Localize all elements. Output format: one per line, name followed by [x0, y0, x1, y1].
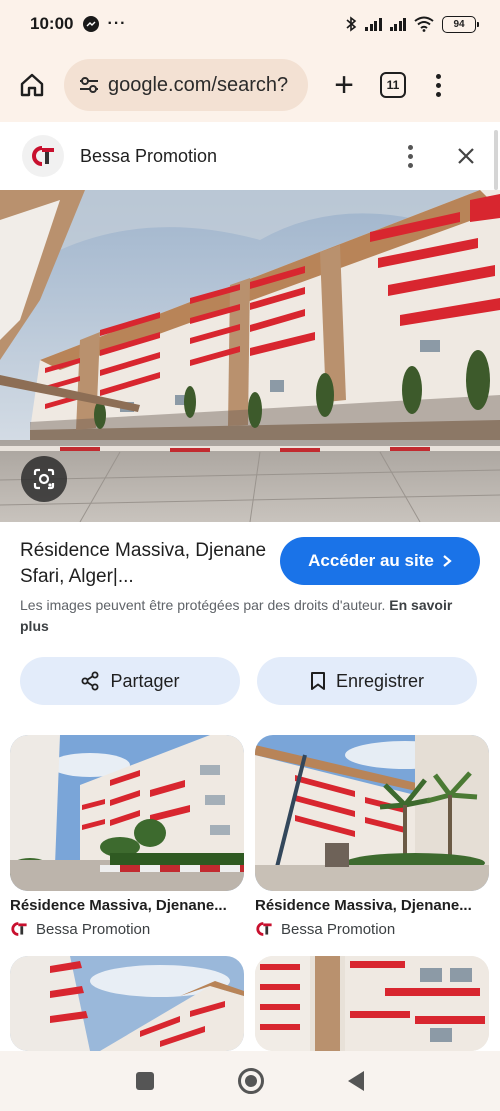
save-label: Enregistrer [335, 670, 425, 691]
signal-icon [365, 17, 382, 31]
more-notifications-icon: ··· [107, 15, 127, 32]
wifi-icon [414, 16, 434, 32]
lens-icon [33, 468, 55, 490]
browser-menu-button[interactable] [428, 73, 448, 97]
status-time: 10:00 [30, 14, 74, 33]
related-title-1[interactable]: Résidence Massiva, Djenane... [10, 897, 246, 914]
related-source-2[interactable]: Bessa Promotion [255, 920, 395, 938]
related-title-2[interactable]: Résidence Massiva, Djenane... [255, 897, 491, 914]
home-nav-button[interactable] [238, 1068, 264, 1094]
bessa-logo-icon [10, 920, 28, 938]
related-source-name: Bessa Promotion [36, 920, 151, 938]
back-button[interactable] [348, 1071, 364, 1091]
chevron-right-icon [443, 555, 452, 567]
url-text: google.com/search? [108, 73, 289, 96]
browser-toolbar: google.com/search? + 11 [0, 48, 500, 122]
source-more-button[interactable] [400, 144, 420, 168]
copyright-text: Les images peuvent être protégées par de… [20, 597, 386, 613]
site-settings-icon[interactable] [78, 75, 100, 95]
bluetooth-icon [346, 16, 357, 32]
result-title[interactable]: Résidence Massiva, Djenane Sfari, Alger|… [20, 538, 270, 590]
source-header: Bessa Promotion [0, 122, 500, 190]
visit-site-label: Accéder au site [308, 551, 434, 570]
signal-icon-2 [389, 17, 406, 31]
building-photo [0, 190, 500, 522]
home-button[interactable] [14, 67, 50, 103]
source-name[interactable]: Bessa Promotion [80, 146, 217, 167]
related-source-name: Bessa Promotion [281, 920, 396, 938]
status-bar: 10:00 ··· 94 [0, 0, 500, 48]
related-photo-2 [255, 735, 489, 891]
related-photo-3 [10, 956, 244, 1051]
close-button[interactable] [454, 144, 478, 168]
address-bar[interactable]: google.com/search? [64, 59, 308, 111]
close-icon [458, 148, 474, 164]
related-image-2[interactable] [255, 735, 489, 891]
status-indicators: 94 [345, 15, 479, 33]
copyright-notice: Les images peuvent être protégées par de… [20, 595, 460, 637]
battery-level: 94 [453, 18, 465, 30]
related-source-1[interactable]: Bessa Promotion [10, 920, 150, 938]
related-image-4[interactable] [255, 956, 489, 1051]
related-image-3[interactable] [10, 956, 244, 1051]
new-tab-button[interactable]: + [326, 67, 362, 103]
related-photo-4 [255, 956, 489, 1051]
tab-switcher-button[interactable]: 11 [380, 72, 406, 98]
bessa-logo-icon [22, 135, 64, 177]
share-icon [81, 671, 99, 691]
tab-count: 11 [386, 78, 400, 92]
google-lens-button[interactable] [21, 456, 67, 502]
save-button[interactable]: Enregistrer [257, 657, 477, 705]
share-button[interactable]: Partager [20, 657, 240, 705]
bookmark-icon [310, 672, 325, 690]
system-nav-bar [0, 1051, 500, 1111]
related-photo-1 [10, 735, 244, 891]
share-label: Partager [110, 670, 180, 691]
messenger-icon [83, 16, 100, 32]
recents-button[interactable] [136, 1072, 154, 1090]
related-image-1[interactable] [10, 735, 244, 891]
battery-icon: 94 [442, 15, 479, 33]
scrollbar[interactable] [494, 130, 498, 190]
plus-icon: + [334, 66, 354, 104]
main-image[interactable] [0, 190, 500, 522]
visit-site-button[interactable]: Accéder au site [280, 537, 480, 585]
bessa-logo-icon [255, 920, 273, 938]
home-icon [20, 73, 44, 97]
